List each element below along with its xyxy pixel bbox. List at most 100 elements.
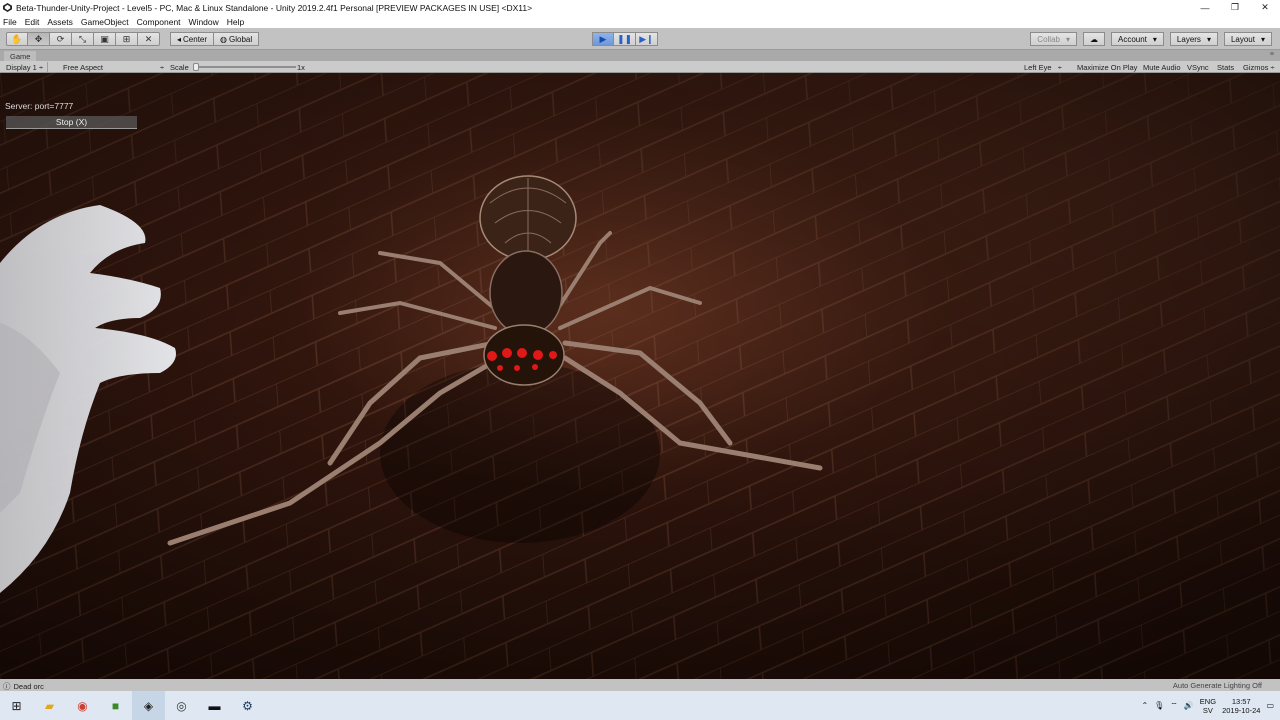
menu-gameobject[interactable]: GameObject xyxy=(81,17,129,27)
play-icon: ▶ xyxy=(599,33,607,44)
menu-window[interactable]: Window xyxy=(189,17,219,27)
display-label: Display 1 xyxy=(6,62,37,72)
hand-tool-button[interactable]: ✋ xyxy=(6,32,28,46)
display-dropdown[interactable]: Display 1 ÷ xyxy=(6,62,49,72)
clock[interactable]: 13:57 2019-10-24 xyxy=(1222,697,1260,715)
network-icon[interactable]: ⌔ xyxy=(1170,701,1178,711)
pause-button[interactable]: ❚❚ xyxy=(614,32,636,46)
scale-slider-track[interactable] xyxy=(196,66,296,68)
play-controls: ▶ ❚❚ ▶❙ xyxy=(592,32,658,46)
restore-button[interactable]: ❐ xyxy=(1220,0,1250,15)
mute-audio-toggle[interactable]: Mute Audio xyxy=(1143,62,1181,72)
collab-label: Collab xyxy=(1037,34,1060,44)
layers-label: Layers xyxy=(1176,34,1201,44)
gizmos-label: Gizmos xyxy=(1243,62,1269,72)
step-icon: ▶❙ xyxy=(639,33,654,44)
taskbar-explorer[interactable]: ▰ xyxy=(33,691,66,720)
language-indicator[interactable]: ENG SV xyxy=(1200,697,1216,715)
console-message-text: Dead orc xyxy=(13,682,44,691)
aspect-label: Free Aspect xyxy=(63,62,104,72)
game-scene xyxy=(0,73,1280,679)
terminal-icon: ▬ xyxy=(208,698,221,713)
lighting-status: Auto Generate Lighting Off xyxy=(1172,681,1262,690)
collab-button[interactable]: Collab ▾ xyxy=(1030,32,1077,46)
vr-icon: ◎ xyxy=(176,698,187,713)
stop-server-button[interactable]: Stop (X) xyxy=(6,116,137,129)
chrome-icon: ◉ xyxy=(77,698,88,713)
taskbar-vr-app[interactable]: ◎ xyxy=(165,691,198,720)
status-bar: ⓘ Dead orc Auto Generate Lighting Off xyxy=(0,679,1280,691)
game-viewport[interactable]: Server: port=7777 Stop (X) xyxy=(0,73,1280,679)
chevron-up-icon[interactable]: ⌃ xyxy=(1141,701,1148,710)
taskbar-apps: ⊞ ▰ ◉ ■ ◈ ◎ ▬ ⚙ xyxy=(0,691,264,720)
pivot-controls: ◂ Center ◍ Global xyxy=(170,32,260,46)
aspect-chevron-icon: ÷ xyxy=(160,62,165,72)
start-button[interactable]: ⊞ xyxy=(0,691,33,720)
menu-assets[interactable]: Assets xyxy=(47,17,73,27)
transform-tool-button[interactable]: ⊞ xyxy=(116,32,138,46)
move-tool-button[interactable]: ✥ xyxy=(28,32,50,46)
eye-dropdown[interactable]: Left Eye ÷ xyxy=(1024,62,1062,72)
stats-toggle[interactable]: Stats xyxy=(1217,62,1234,72)
pivot-global-button[interactable]: ◍ Global xyxy=(214,32,260,46)
gizmos-dropdown[interactable]: Gizmos ÷ xyxy=(1243,62,1275,72)
move-icon: ✥ xyxy=(34,33,43,44)
keyboard-layout: SV xyxy=(1202,705,1213,715)
volume-icon[interactable]: 🔊 xyxy=(1184,701,1194,710)
globe-icon: ◍ xyxy=(220,34,228,44)
stats-label: Stats xyxy=(1217,62,1235,72)
taskbar-unity[interactable]: ◈ xyxy=(132,691,165,720)
tab-menu-icon[interactable]: ≡ xyxy=(1270,51,1274,58)
close-button[interactable]: ✕ xyxy=(1250,0,1280,15)
menu-bar: File Edit Assets GameObject Component Wi… xyxy=(0,15,1280,28)
rotate-tool-button[interactable]: ⟳ xyxy=(50,32,72,46)
menu-edit[interactable]: Edit xyxy=(25,17,40,27)
transform-icon: ⊞ xyxy=(122,33,131,44)
transform-tools: ✋ ✥ ⟳ ⤡ ▣ ⊞ ✕ xyxy=(6,32,160,46)
windows-taskbar: ⊞ ▰ ◉ ■ ◈ ◎ ▬ ⚙ ⌃ 🎙 ⌔ 🔊 ENG SV 13:57 201… xyxy=(0,691,1280,720)
taskbar-minecraft[interactable]: ■ xyxy=(99,691,132,720)
menu-help[interactable]: Help xyxy=(227,17,244,27)
pivot-center-button[interactable]: ◂ Center xyxy=(170,32,215,46)
layout-dropdown[interactable]: Layout ▾ xyxy=(1223,32,1272,46)
cloud-button[interactable]: ☁ xyxy=(1083,32,1105,46)
pause-icon: ❚❚ xyxy=(616,33,633,44)
spider-body xyxy=(489,250,563,336)
taskbar-chrome[interactable]: ◉ xyxy=(66,691,99,720)
scale-value: 1x xyxy=(297,62,305,72)
title-bar: Beta-Thunder-Unity-Project - Level5 - PC… xyxy=(0,0,1280,15)
custom-tool-button[interactable]: ✕ xyxy=(138,32,160,46)
scale-icon: ⤡ xyxy=(78,33,87,44)
tab-game[interactable]: Game xyxy=(4,51,37,61)
clock-date: 2019-10-24 xyxy=(1222,705,1261,715)
rect-icon: ▣ xyxy=(100,33,109,44)
scale-slider-handle[interactable] xyxy=(193,63,199,71)
microphone-icon[interactable]: 🎙 xyxy=(1154,701,1164,710)
account-dropdown[interactable]: Account ▾ xyxy=(1111,32,1164,46)
unity-icon: ◈ xyxy=(143,698,154,713)
play-button[interactable]: ▶ xyxy=(592,32,614,46)
taskbar-steam[interactable]: ⚙ xyxy=(231,691,264,720)
hand-icon: ✋ xyxy=(11,33,23,44)
chevron-down-icon: ▾ xyxy=(1065,34,1070,44)
game-tab-label: Game xyxy=(10,51,31,61)
game-view-toolbar: Display 1 ÷ Free Aspect ÷ Scale 1x Left … xyxy=(0,61,1280,73)
minecraft-icon: ■ xyxy=(111,698,120,713)
maximize-on-play-toggle[interactable]: Maximize On Play xyxy=(1077,62,1137,72)
layers-dropdown[interactable]: Layers ▾ xyxy=(1169,32,1218,46)
layout-label: Layout xyxy=(1230,34,1255,44)
taskbar-terminal[interactable]: ▬ xyxy=(198,691,231,720)
menu-component[interactable]: Component xyxy=(137,17,181,27)
step-button[interactable]: ▶❙ xyxy=(636,32,658,46)
vsync-toggle[interactable]: VSync xyxy=(1187,62,1209,72)
rect-tool-button[interactable]: ▣ xyxy=(94,32,116,46)
pivot-center-label: Center xyxy=(183,34,208,44)
notification-icon[interactable]: ▭ xyxy=(1266,701,1274,710)
scale-tool-button[interactable]: ⤡ xyxy=(72,32,94,46)
minimize-button[interactable]: — xyxy=(1190,0,1220,15)
aspect-dropdown[interactable]: Free Aspect xyxy=(63,62,103,72)
pivot-global-label: Global xyxy=(229,34,253,44)
chevron-down-icon: ÷ xyxy=(1270,62,1275,72)
server-status-label: Server: port=7777 xyxy=(5,101,74,111)
menu-file[interactable]: File xyxy=(3,17,17,27)
